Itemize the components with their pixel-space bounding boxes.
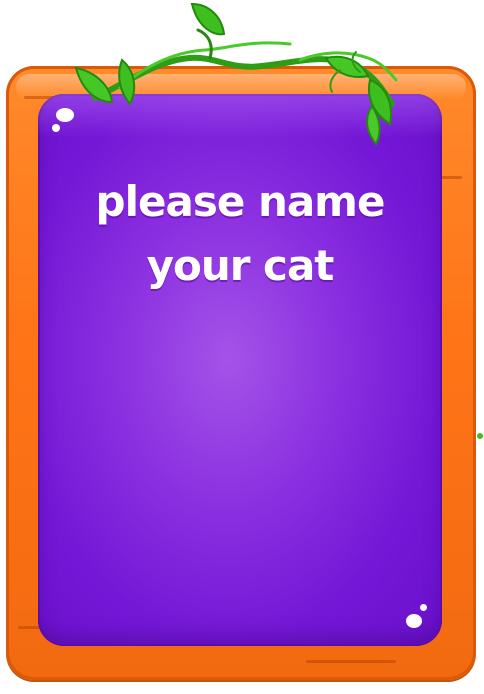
name-cat-screen: please name your cat (0, 0, 484, 694)
leaf-icon (74, 66, 114, 104)
leaf-icon (118, 58, 136, 106)
leaf-icon (324, 55, 370, 78)
leaf-icon (477, 433, 483, 439)
vine-icon (74, 2, 483, 439)
